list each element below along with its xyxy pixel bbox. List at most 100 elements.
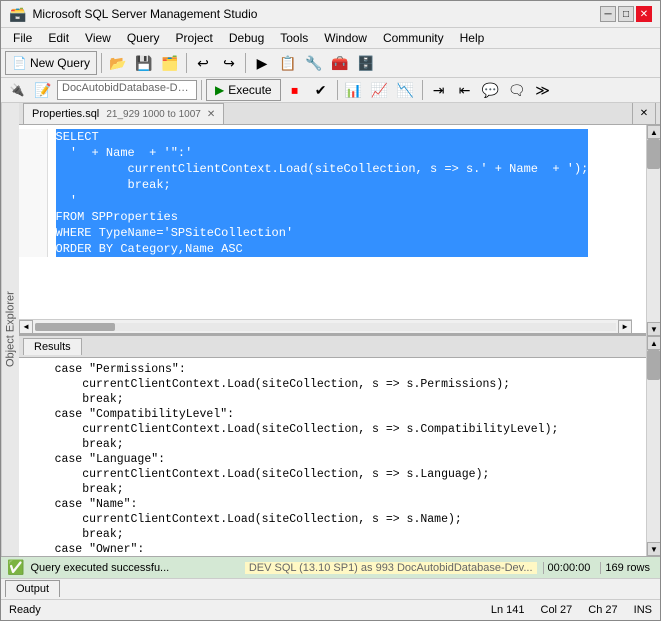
redo-button[interactable]: ↪ [217,51,241,75]
main-content: Object Explorer Properties.sql 21_929 10… [1,103,660,556]
menu-tools[interactable]: Tools [272,29,316,47]
database-selector[interactable]: DocAutobidDatabase-Dev ▼ [57,80,197,100]
execute-icon: ▶ [215,83,224,97]
code-line: break; [56,177,589,193]
editor-tab[interactable]: Properties.sql 21_929 1000 to 1007 ✕ [23,103,224,124]
code-line: WHERE TypeName='SPSiteCollection' [56,225,589,241]
connect-button[interactable]: 🔌 [5,78,29,102]
menu-window[interactable]: Window [316,29,375,47]
undo-button[interactable]: ↩ [191,51,215,75]
debug-button[interactable]: ▶ [250,51,274,75]
menu-view[interactable]: View [77,29,119,47]
menu-community[interactable]: Community [375,29,452,47]
tab-label: Properties.sql 21_929 1000 to 1007 [32,108,201,120]
table-row: ' + Name + '":' [19,145,596,161]
result-line: break; [27,392,638,407]
row-count: 169 rows [600,562,654,574]
result-line: currentClientContext.Load(siteCollection… [27,422,638,437]
execute-button[interactable]: ▶ Execute [206,79,281,101]
main-window: 🗃️ Microsoft SQL Server Management Studi… [0,0,661,621]
indent-button[interactable]: ⇥ [427,78,451,102]
insert-mode: INS [634,604,652,616]
result-line: case "Owner": [27,542,638,556]
column-number: Col 27 [541,604,573,616]
open-file-button[interactable]: 📂 [106,51,130,75]
toolbar-separator-q1 [201,80,202,100]
editor-vscrollbar: ▲ ▼ [646,125,660,336]
results-vscroll-down-button[interactable]: ▼ [647,542,660,556]
more-button[interactable]: ≫ [531,78,555,102]
content-area: Properties.sql 21_929 1000 to 1007 ✕ ✕ [19,103,660,556]
include-actual-plan-button[interactable]: 📈 [368,78,392,102]
parse-button[interactable]: ✔ [309,78,333,102]
stop-button[interactable]: ⏹ [283,78,307,102]
app-icon: 🗃️ [9,6,26,23]
result-line: currentClientContext.Load(siteCollection… [27,377,638,392]
result-line: break; [27,527,638,542]
show-estimated-plan-button[interactable]: 📊 [342,78,366,102]
scroll-left-button[interactable]: ◀ [19,320,33,334]
menu-debug[interactable]: Debug [221,29,272,47]
result-line: currentClientContext.Load(siteCollection… [27,467,638,482]
results-vscroll-track [647,350,660,542]
save-button[interactable]: 💾 [132,51,156,75]
results-vscrollbar: ▲ ▼ [646,336,660,556]
comment-button[interactable]: 💬 [479,78,503,102]
vscroll-down-button[interactable]: ▼ [647,322,660,336]
save-all-button[interactable]: 🗂️ [158,51,182,75]
new-query-button[interactable]: 📄 New Query [5,51,97,75]
toolbar-main: 📄 New Query 📂 💾 🗂️ ↩ ↪ ▶ 📋 🔧 🧰 🗄️ [1,49,660,78]
outdent-button[interactable]: ⇤ [453,78,477,102]
menu-file[interactable]: File [5,29,40,47]
results-content[interactable]: case "Permissions": currentClientContext… [19,358,646,556]
menu-query[interactable]: Query [119,29,168,47]
results-panel: Results case "Permissions": currentClien… [19,336,660,556]
maximize-button[interactable]: □ [618,6,634,22]
menu-project[interactable]: Project [168,29,221,47]
output-tab[interactable]: Output [5,580,60,597]
result-line: case "Language": [27,452,638,467]
solution-explorer-button[interactable]: 📋 [276,51,300,75]
object-explorer-sidebar[interactable]: Object Explorer [1,103,19,556]
toolbar-separator-1 [101,53,102,73]
vscroll-thumb[interactable] [647,139,660,169]
sql-editor[interactable]: SELECT ' + Name + '":' [19,125,646,336]
toolbar-query: 🔌 📝 DocAutobidDatabase-Dev ▼ ▶ Execute ⏹… [1,78,660,103]
editor-panel: SELECT ' + Name + '":' [19,125,660,336]
menu-edit[interactable]: Edit [40,29,77,47]
uncomment-button[interactable]: 🗨 [505,78,529,102]
toolbar-separator-q2 [337,80,338,100]
minimize-button[interactable]: ─ [600,6,616,22]
result-line: case "CompatibilityLevel": [27,407,638,422]
title-bar: 🗃️ Microsoft SQL Server Management Studi… [1,1,660,28]
object-explorer-button[interactable]: 🗄️ [354,51,378,75]
close-button[interactable]: ✕ [636,6,652,22]
editor-content: SELECT ' + Name + '":' [19,125,646,333]
code-line: currentClientContext.Load(siteCollection… [56,161,589,177]
results-tab-bar: Results [19,336,646,358]
include-client-stats-button[interactable]: 📉 [394,78,418,102]
scroll-right-button[interactable]: ▶ [618,320,632,334]
table-row: currentClientContext.Load(siteCollection… [19,161,596,177]
results-tab[interactable]: Results [23,338,82,355]
menu-help[interactable]: Help [452,29,493,47]
tab-close-button[interactable]: ✕ [207,109,215,120]
cursor-info: Ln 141 Col 27 Ch 27 INS [491,604,652,616]
vscroll-up-button[interactable]: ▲ [647,125,660,139]
table-row: SELECT [19,129,596,145]
app-title: Microsoft SQL Server Management Studio [32,7,257,21]
toolbox-button[interactable]: 🧰 [328,51,352,75]
code-line: FROM SPProperties [56,209,589,225]
success-icon: ✅ [7,559,24,576]
properties-button[interactable]: 🔧 [302,51,326,75]
results-vscroll-up-button[interactable]: ▲ [647,336,660,350]
close-panel-button[interactable]: ✕ [632,103,656,126]
result-line: currentClientContext.Load(siteCollection… [27,512,638,527]
server-info: DEV SQL (13.10 SP1) as 993 DocAutobidDat… [245,562,537,574]
status-bar: ✅ Query executed successfu... DEV SQL (1… [1,556,660,577]
query-icon: 📝 [31,78,55,102]
editor-hscrollbar[interactable]: ◀ ▶ [19,319,632,333]
table-row: FROM SPProperties [19,209,596,225]
scrollbar-thumb[interactable] [35,323,115,331]
results-vscroll-thumb[interactable] [647,350,660,380]
